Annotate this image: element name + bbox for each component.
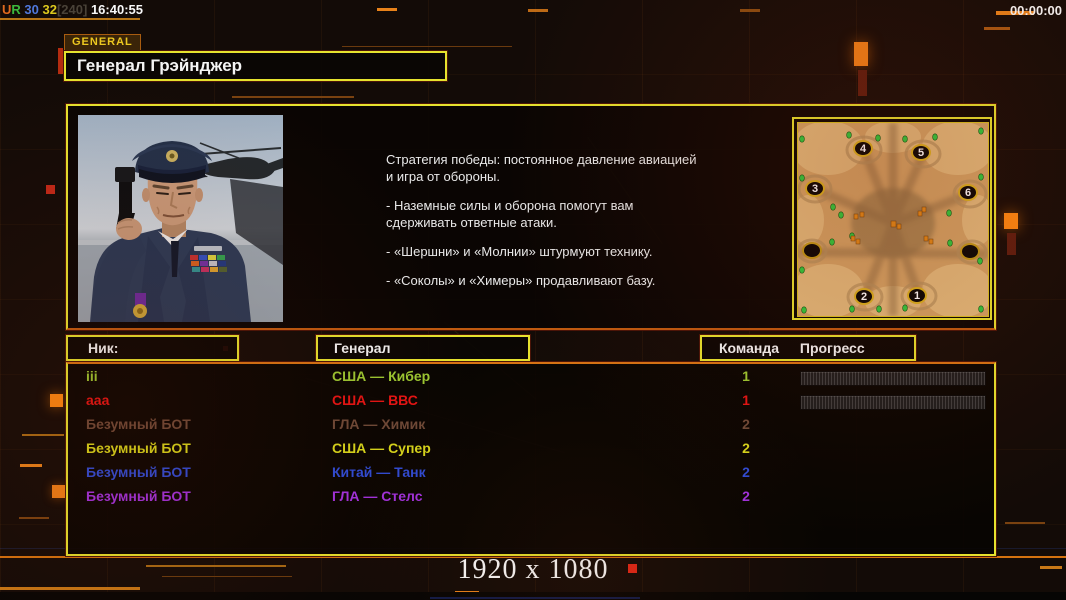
header-general: Генерал <box>316 335 530 361</box>
deco-square <box>46 185 55 194</box>
player-row: iii США — Кибер 1 <box>68 366 994 390</box>
start-position-5: 5 <box>911 144 931 161</box>
empty-position <box>960 243 980 260</box>
player-general: США — Кибер <box>332 368 431 384</box>
player-team: 2 <box>742 416 750 432</box>
deco-line <box>377 8 397 11</box>
progress-bar <box>800 395 986 410</box>
start-position-2: 2 <box>854 288 874 305</box>
strategy-paragraph: - Наземные силы и оборона помогут вам сд… <box>386 198 634 230</box>
player-general: ГЛА — Стелс <box>332 488 423 504</box>
minimap: 4 5 3 6 2 1 <box>792 117 994 320</box>
header-nick: Ник: <box>66 335 239 361</box>
gentool-u: U <box>2 2 12 17</box>
player-row: Безумный БОТ ГЛА — Стелс 2 <box>68 486 994 510</box>
strategy-paragraph: - «Шершни» и «Молнии» штурмуют технику. <box>386 244 653 259</box>
player-nick: Безумный БОТ <box>86 416 191 432</box>
player-general: США — Супер <box>332 440 431 456</box>
deco-line <box>22 434 64 436</box>
gentool-bracket: [240] <box>56 2 88 17</box>
deco-bar <box>858 70 867 96</box>
start-position-4: 4 <box>853 140 873 157</box>
gentool-clock: 16:40:55 <box>90 2 143 17</box>
player-team: 2 <box>742 440 750 456</box>
strategy-text: Стратегия победы: постоянное давление ав… <box>386 151 786 301</box>
player-nick: iii <box>86 368 98 384</box>
deco-line <box>528 9 548 12</box>
player-row: Безумный БОТ ГЛА — Химик 2 <box>68 414 994 438</box>
strategy-paragraph: Стратегия победы: постоянное давление ав… <box>386 152 697 184</box>
player-general: Китай — Танк <box>332 464 426 480</box>
deco-line <box>984 27 1010 30</box>
deco-line <box>232 96 354 98</box>
gentool-num1: 30 <box>24 2 39 17</box>
player-general: ГЛА — Химик <box>332 416 426 432</box>
player-team: 2 <box>742 464 750 480</box>
deco-line <box>740 9 760 12</box>
deco-bar <box>1007 233 1016 255</box>
deco-line <box>0 587 140 590</box>
player-row: Безумный БОТ США — Супер 2 <box>68 438 994 462</box>
header-nick-label: Ник: <box>88 340 119 356</box>
start-position-3: 3 <box>805 180 825 197</box>
deco-blue-line <box>430 597 640 599</box>
player-nick: Безумный БОТ <box>86 464 191 480</box>
resolution-label: 1920 x 1080 <box>457 554 609 585</box>
gentool-r: R <box>11 2 21 17</box>
deco-bar <box>854 42 868 66</box>
empty-position <box>802 242 822 259</box>
header-general-label: Генерал <box>334 340 391 356</box>
header-team-progress: Команда Прогресс <box>700 335 916 361</box>
deco-square <box>50 394 63 407</box>
player-nick: Безумный БОТ <box>86 488 191 504</box>
general-name: Генерал Грэйнджер <box>77 56 243 75</box>
minimap-terrain <box>792 121 994 318</box>
general-tab-label: GENERAL <box>64 34 141 51</box>
player-nick: Безумный БОТ <box>86 440 191 456</box>
player-general: США — ВВС <box>332 392 418 408</box>
deco-line <box>1005 522 1045 524</box>
general-portrait-image <box>78 115 283 322</box>
deco-line <box>342 46 512 47</box>
player-team: 1 <box>742 392 750 408</box>
deco-square <box>52 485 65 498</box>
match-timer: 00:00:00 <box>1009 3 1062 18</box>
player-row: Безумный БОТ Китай — Танк 2 <box>68 462 994 486</box>
header-team-label: Команда <box>719 340 779 356</box>
deco-bar <box>58 48 63 74</box>
deco-line <box>0 18 140 20</box>
gentool-overlay: UR 30 32[240] 16:40:55 <box>2 2 143 17</box>
deco-square <box>1004 213 1018 229</box>
start-position-1: 1 <box>907 287 927 304</box>
player-list: iii США — Кибер 1 aaa США — ВВС 1 Безумн… <box>66 362 996 556</box>
player-team: 2 <box>742 488 750 504</box>
bottom-strip <box>0 592 1066 600</box>
deco-line <box>19 517 49 519</box>
strategy-paragraph: - «Соколы» и «Химеры» продавливают базу. <box>386 273 656 288</box>
player-row: aaa США — ВВС 1 <box>68 390 994 414</box>
gentool-num2: 32 <box>42 2 57 17</box>
player-team: 1 <box>742 368 750 384</box>
progress-bar <box>800 371 986 386</box>
deco-line <box>20 464 42 467</box>
general-info-panel: Стратегия победы: постоянное давление ав… <box>66 104 996 330</box>
loading-screen: UR 30 32[240] 16:40:55 00:00:00 GENERAL … <box>0 0 1066 600</box>
header-progress-label: Прогресс <box>799 340 865 356</box>
player-nick: aaa <box>86 392 110 408</box>
page-title: Генерал Грэйнджер <box>64 51 447 81</box>
minimap-map: 4 5 3 6 2 1 <box>792 121 994 318</box>
general-portrait <box>78 115 283 322</box>
start-position-6: 6 <box>958 184 978 201</box>
